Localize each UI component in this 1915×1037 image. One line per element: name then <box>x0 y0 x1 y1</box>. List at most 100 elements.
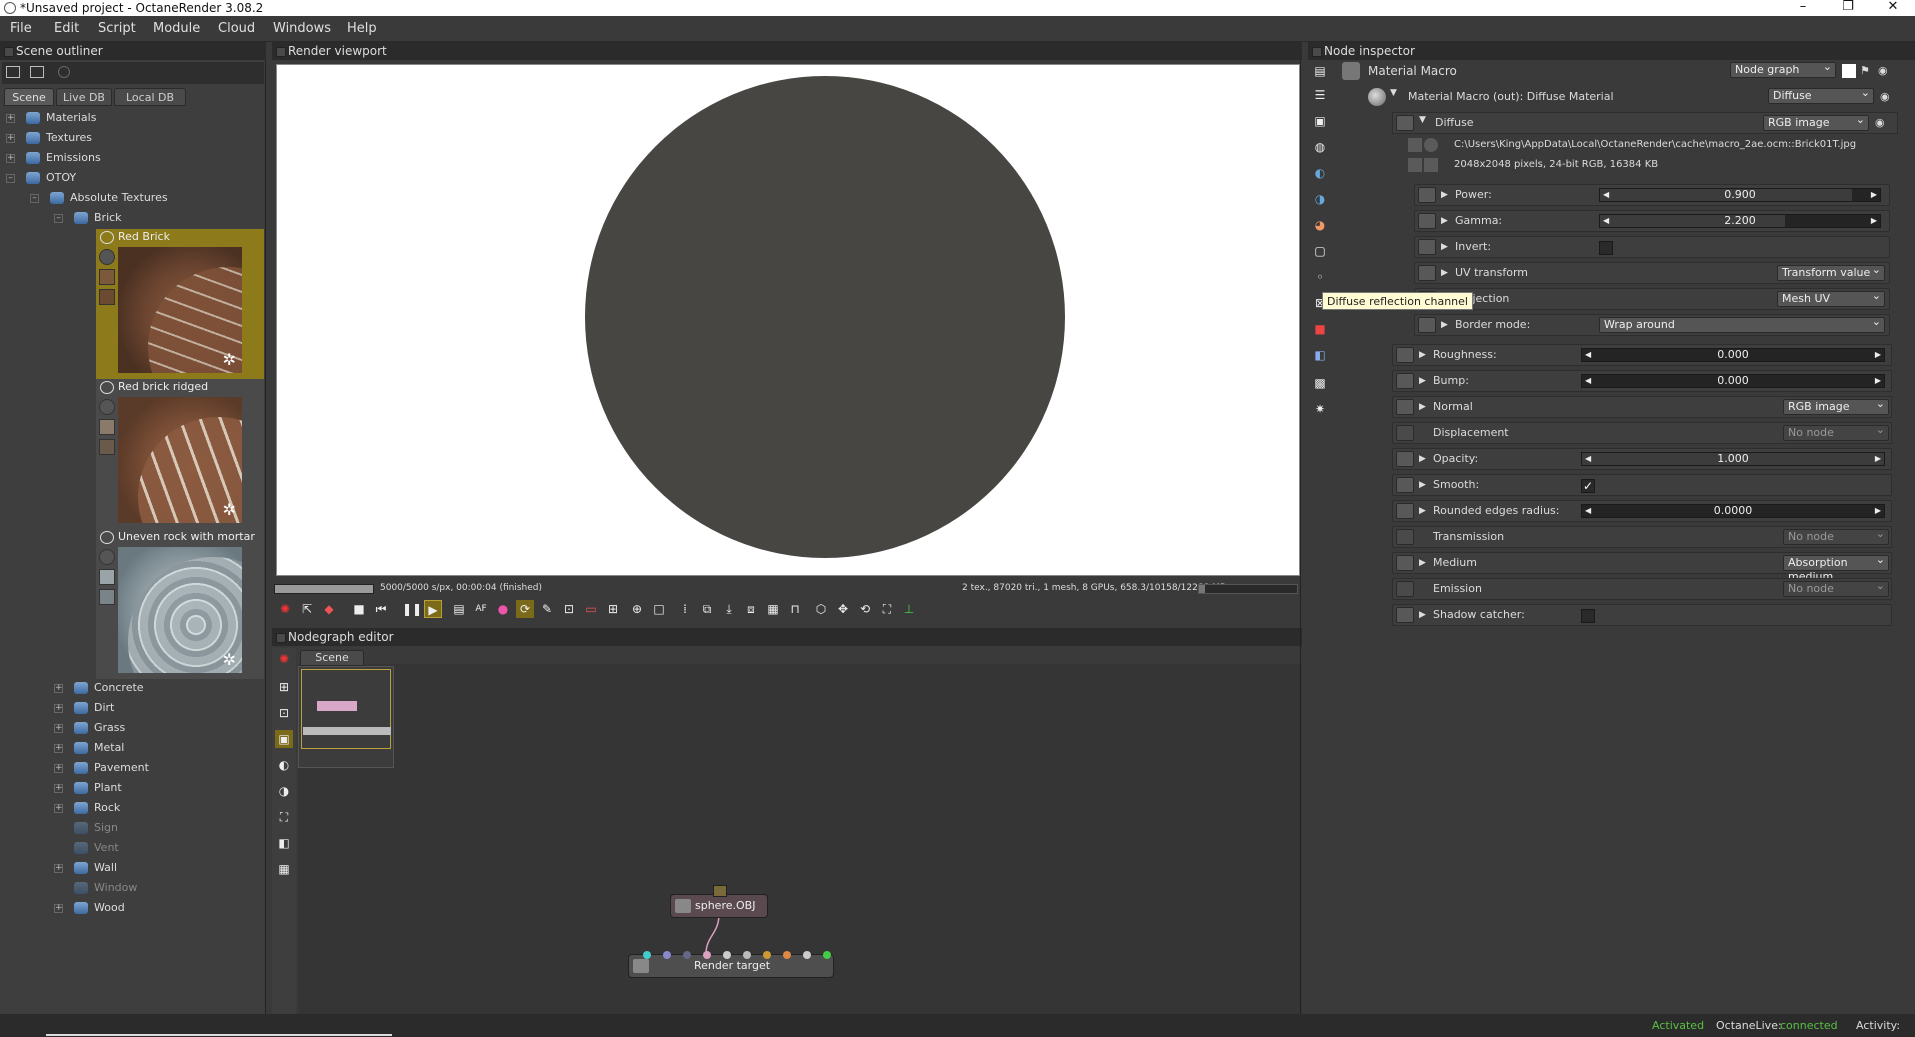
collapse-icon[interactable]: – <box>30 194 39 203</box>
power-slider[interactable]: ◀ 0.900 ▶ <box>1599 188 1881 202</box>
collapse-arrow-icon[interactable]: ▼ <box>1419 115 1426 125</box>
menu-cloud[interactable]: Cloud <box>218 21 255 36</box>
geometry-icon[interactable]: ◧ <box>1311 346 1329 364</box>
maximize-button[interactable]: ❐ <box>1826 0 1870 16</box>
outliner-tool-icon[interactable] <box>6 66 20 78</box>
material-thumb-uneven-rock[interactable]: Uneven rock with mortar ✲ <box>96 529 264 679</box>
image-icon[interactable]: ▩ <box>1311 374 1329 392</box>
dotted-region-icon[interactable]: ⁞ <box>676 600 694 618</box>
emission-select[interactable]: No node <box>1783 579 1889 597</box>
expand-arrow-icon[interactable]: ▶ <box>1419 397 1426 417</box>
light-icon[interactable]: ✷ <box>1311 400 1329 418</box>
render-region-icon[interactable]: ⊞ <box>604 600 622 618</box>
camera-icon[interactable]: ⊓ <box>786 600 804 618</box>
expand-icon[interactable]: + <box>54 684 63 693</box>
restart-icon[interactable]: ⏮ <box>372 600 390 618</box>
node-tool-icon[interactable]: ⛶ <box>275 808 293 826</box>
input-pin[interactable] <box>763 951 771 959</box>
input-pin[interactable] <box>663 951 671 959</box>
expand-arrow-icon[interactable]: ▶ <box>1419 475 1426 495</box>
medium-select[interactable]: Absorption medium <box>1783 553 1889 583</box>
film-icon[interactable]: ▢ <box>1311 242 1329 260</box>
pause-icon[interactable]: ❚❚ <box>402 600 422 618</box>
expand-arrow-icon[interactable]: ▶ <box>1419 345 1426 365</box>
node-tool-icon[interactable]: ⊞ <box>275 678 293 696</box>
auto-focus-icon[interactable]: AF <box>472 600 490 618</box>
node-tool-icon[interactable]: ◐ <box>275 756 293 774</box>
input-pin[interactable] <box>823 951 831 959</box>
input-pin[interactable] <box>683 951 691 959</box>
display-icon[interactable]: □ <box>650 600 668 618</box>
menu-file[interactable]: File <box>10 21 32 36</box>
play-icon[interactable]: ▶ <box>424 600 442 618</box>
open-file-icon[interactable] <box>1408 138 1422 152</box>
expand-icon[interactable]: + <box>54 764 63 773</box>
texture-icon[interactable]: ◑ <box>1311 190 1329 208</box>
rotate-icon[interactable]: ⟲ <box>856 600 874 618</box>
bump-slider[interactable]: ◀ 0.000 ▶ <box>1581 374 1885 388</box>
eye-icon[interactable]: ◉ <box>1875 116 1885 129</box>
export-icon[interactable]: ⧈ <box>742 600 760 618</box>
close-button[interactable]: ✕ <box>1871 0 1915 16</box>
expand-arrow-icon[interactable]: ▶ <box>1441 237 1448 257</box>
node-tool-icon[interactable]: ⊡ <box>275 704 293 722</box>
sphere-obj-node[interactable]: sphere.OBJ <box>670 885 768 918</box>
menu-edit[interactable]: Edit <box>54 21 79 36</box>
color-swatch[interactable] <box>1842 64 1856 78</box>
move-icon[interactable]: ✥ <box>834 600 852 618</box>
input-pin[interactable] <box>703 951 711 959</box>
film-settings-icon[interactable]: ▤ <box>450 600 468 618</box>
stop-icon[interactable]: ■ <box>350 600 368 618</box>
reload-icon[interactable] <box>1424 138 1438 152</box>
menu-module[interactable]: Module <box>153 21 200 36</box>
axis-icon[interactable]: ⊥ <box>900 600 918 618</box>
checker-icon[interactable]: ▦ <box>764 600 782 618</box>
expand-arrow-icon[interactable]: ▶ <box>1441 211 1448 231</box>
emission-icon[interactable]: ◕ <box>1311 216 1329 234</box>
render-target-node[interactable]: Render target <box>628 951 834 978</box>
expand-icon[interactable]: + <box>54 744 63 753</box>
nodegraph-minimap[interactable] <box>298 666 394 768</box>
object-icon[interactable]: ■ <box>1311 320 1329 338</box>
material-thumb-red-brick-ridged[interactable]: Red brick ridged ✲ <box>96 379 264 529</box>
grid-icon[interactable]: ▦ <box>275 860 293 878</box>
settings-icon[interactable] <box>1424 158 1438 172</box>
expand-arrow-icon[interactable]: ▶ <box>1419 371 1426 391</box>
material-icon[interactable]: ◐ <box>1311 164 1329 182</box>
nodegraph-canvas[interactable]: sphere.OBJ Render target <box>298 664 1302 1014</box>
diffuse-type-select[interactable]: RGB image <box>1763 113 1869 131</box>
node-tool-icon[interactable]: ▣ <box>275 730 293 748</box>
material-thumb-red-brick[interactable]: Red Brick ✲ <box>96 229 264 379</box>
copy-icon[interactable]: ⧉ <box>698 600 716 618</box>
color-picker-icon[interactable]: ● <box>494 600 512 618</box>
tab-local-db[interactable]: Local DB <box>114 88 186 106</box>
tab-scene[interactable]: Scene <box>4 88 54 106</box>
expand-arrow-icon[interactable]: ▶ <box>1441 185 1448 205</box>
expand-arrow-icon[interactable]: ▶ <box>1441 263 1448 283</box>
displacement-select[interactable]: No node <box>1783 423 1889 441</box>
node-tool-icon[interactable]: ◑ <box>275 782 293 800</box>
input-pin[interactable] <box>803 951 811 959</box>
expand-icon[interactable]: + <box>54 904 63 913</box>
menu-script[interactable]: Script <box>98 21 136 36</box>
region-render-icon[interactable]: ▭ <box>582 600 600 618</box>
menu-help[interactable]: Help <box>347 21 377 36</box>
expand-icon[interactable]: + <box>54 804 63 813</box>
tab-live-db[interactable]: Live DB <box>56 88 112 106</box>
pin-icon[interactable]: ⚑ <box>1860 64 1870 77</box>
expand-icon[interactable]: + <box>54 864 63 873</box>
collapse-icon[interactable]: – <box>54 214 63 223</box>
picker-icon[interactable]: ✎ <box>538 600 556 618</box>
normal-select[interactable]: RGB image <box>1783 397 1889 415</box>
input-pin[interactable] <box>783 951 791 959</box>
zoom-icon[interactable]: ⊕ <box>628 600 646 618</box>
shadow-catcher-checkbox[interactable] <box>1581 609 1595 623</box>
collapse-arrow-icon[interactable]: ▼ <box>1390 88 1397 98</box>
save-file-icon[interactable] <box>1408 158 1422 172</box>
node-list-icon[interactable]: ☰ <box>1311 86 1329 104</box>
box-icon[interactable]: ⬡ <box>812 600 830 618</box>
fit-icon[interactable]: ⊡ <box>560 600 578 618</box>
smooth-checkbox[interactable]: ✓ <box>1581 479 1595 493</box>
kernel-icon[interactable]: ◦ <box>1311 268 1329 286</box>
menu-windows[interactable]: Windows <box>273 21 331 36</box>
